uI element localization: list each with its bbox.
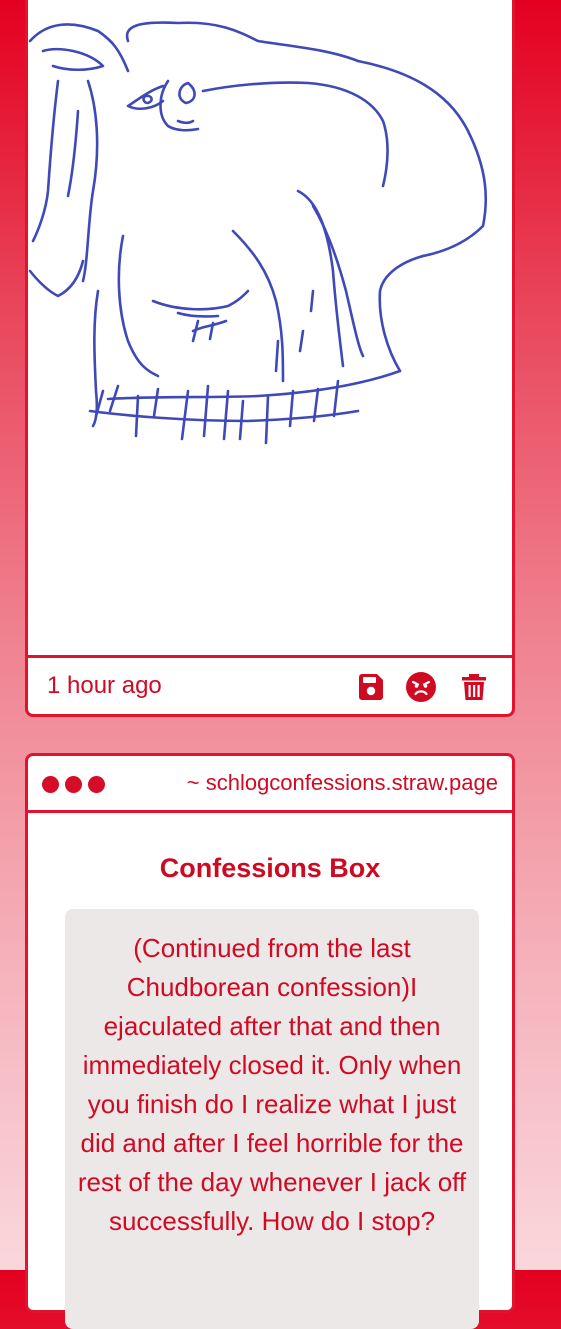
confessions-box-title: Confessions Box [159,853,381,883]
confession-text: (Continued from the last Chudborean conf… [77,933,467,1236]
confessions-widget-card: ~ schlogconfessions.straw.page Confessio… [25,753,515,1329]
confession-item: (Continued from the last Chudborean conf… [65,909,479,1329]
dot-icon [42,776,59,793]
drawing-canvas [28,0,512,658]
site-url-link[interactable]: ~ schlogconfessions.straw.page [187,770,498,796]
dot-icon [88,776,105,793]
angry-face-icon[interactable] [406,672,436,702]
dot-icon [65,776,82,793]
post-timestamp: 1 hour ago [47,672,162,699]
widget-header: ~ schlogconfessions.straw.page [28,756,512,813]
floppy-disk-icon[interactable] [356,672,386,702]
post-footer: 1 hour ago [28,658,512,714]
doodle-drawing [28,21,488,445]
drawing-post-card: 1 hour ago [25,0,515,717]
window-dots [42,776,105,793]
trash-icon[interactable] [459,672,489,702]
